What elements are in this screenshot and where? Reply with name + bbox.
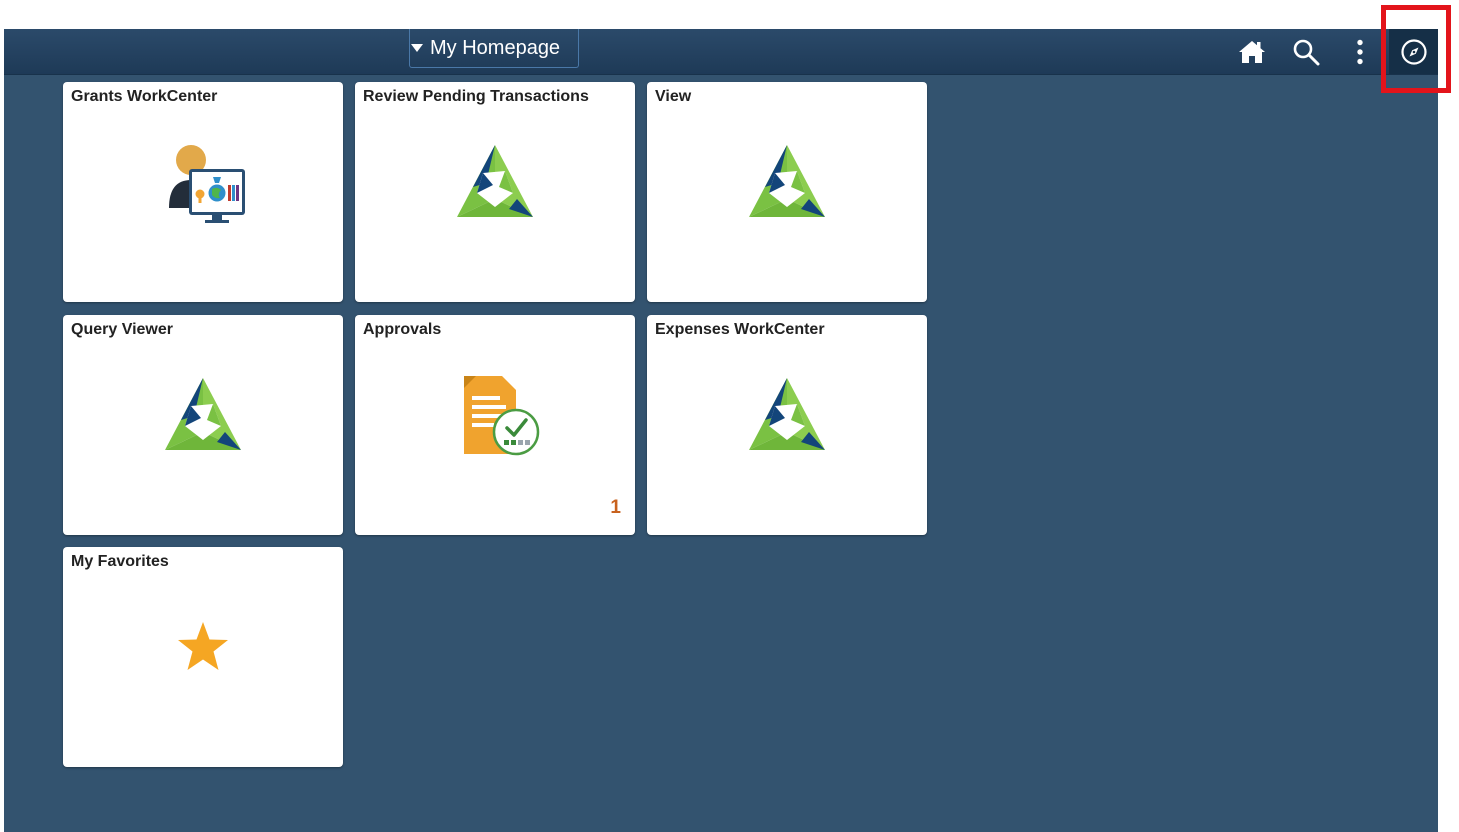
- tile-view[interactable]: View: [647, 82, 927, 302]
- home-button[interactable]: [1234, 35, 1270, 69]
- logo-icon: [165, 378, 241, 450]
- more-vertical-icon: [1357, 39, 1363, 65]
- approvals-count-badge: 1: [610, 497, 621, 518]
- logo-icon: [749, 378, 825, 450]
- search-icon: [1293, 39, 1320, 66]
- compass-icon: [1400, 38, 1427, 65]
- star-icon: [178, 622, 228, 670]
- homepage-label: My Homepage: [430, 37, 561, 59]
- navbar-button[interactable]: [1389, 29, 1438, 74]
- tile-title: Approvals: [363, 321, 442, 338]
- caret-down-icon: [411, 44, 423, 52]
- tile-grants-workcenter[interactable]: Grants WorkCenter: [63, 82, 343, 302]
- actions-menu-button[interactable]: [1342, 35, 1378, 69]
- approval-document-icon: [464, 376, 540, 456]
- tile-expenses-workcenter[interactable]: Expenses WorkCenter: [647, 315, 927, 535]
- tile-review-pending-transactions[interactable]: Review Pending Transactions: [355, 82, 635, 302]
- tile-title: Review Pending Transactions: [363, 88, 589, 105]
- header-bar: My Homepage: [4, 29, 1438, 75]
- home-icon: [1239, 41, 1265, 63]
- tile-title: Expenses WorkCenter: [655, 321, 825, 338]
- logo-icon: [457, 145, 533, 217]
- workcenter-person-icon: [169, 145, 245, 223]
- tile-title: Grants WorkCenter: [71, 88, 218, 105]
- tile-title: Query Viewer: [71, 321, 173, 338]
- search-button[interactable]: [1288, 35, 1324, 69]
- tile-title: My Favorites: [71, 553, 169, 570]
- app-container: My Homepage Grants WorkCenter Review Pen…: [4, 29, 1438, 832]
- tile-approvals[interactable]: Approvals 1: [355, 315, 635, 535]
- tile-my-favorites[interactable]: My Favorites: [63, 547, 343, 767]
- tile-title: View: [655, 88, 692, 105]
- tile-query-viewer[interactable]: Query Viewer: [63, 315, 343, 535]
- homepage-selector[interactable]: My Homepage: [409, 29, 579, 68]
- logo-icon: [749, 145, 825, 217]
